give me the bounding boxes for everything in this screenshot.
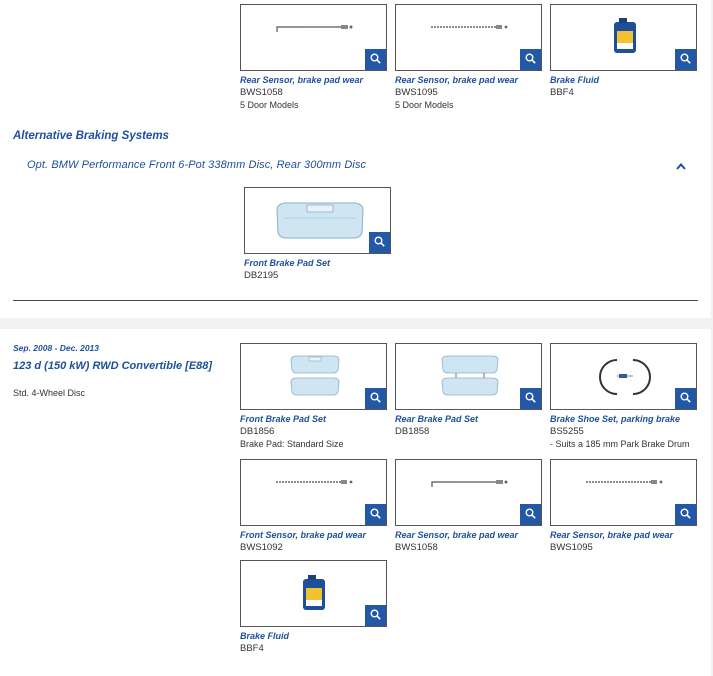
product-title[interactable]: Rear Brake Pad Set	[395, 414, 542, 425]
product-title[interactable]: Brake Fluid	[550, 75, 697, 86]
zoom-button[interactable]	[520, 388, 541, 409]
product-title[interactable]: Rear Sensor, brake pad wear	[240, 75, 387, 86]
magnifier-icon	[680, 390, 691, 408]
magnifier-icon	[525, 390, 536, 408]
zoom-button[interactable]	[365, 388, 386, 409]
magnifier-icon	[370, 390, 381, 408]
magnifier-icon	[680, 51, 691, 69]
product-title[interactable]: Front Brake Pad Set	[240, 414, 387, 425]
product-thumbnail[interactable]	[550, 343, 697, 410]
product-note: Brake Pad: Standard Size	[240, 439, 344, 449]
product-title[interactable]: Rear Sensor, brake pad wear	[550, 530, 697, 541]
product-thumbnail[interactable]	[244, 187, 391, 254]
product-card[interactable]: Rear Sensor, brake pad wear BWS1095	[550, 459, 697, 554]
zoom-button[interactable]	[675, 388, 696, 409]
product-card[interactable]: Rear Sensor, brake pad wear BWS1058	[395, 459, 542, 554]
option-title[interactable]: Opt. BMW Performance Front 6-Pot 338mm D…	[27, 159, 366, 171]
product-code: BWS1092	[240, 542, 283, 553]
product-note: 5 Door Models	[395, 100, 454, 110]
product-note: - Suits a 185 mm Park Brake Drum	[550, 439, 690, 449]
product-thumbnail[interactable]	[395, 459, 542, 526]
parts-panel-top: Rear Sensor, brake pad wear BWS1058 5 Do…	[0, 0, 711, 318]
product-title[interactable]: Rear Sensor, brake pad wear	[395, 75, 542, 86]
product-title[interactable]: Rear Sensor, brake pad wear	[395, 530, 542, 541]
chevron-up-icon[interactable]	[674, 159, 688, 171]
magnifier-icon	[680, 506, 691, 524]
product-thumbnail[interactable]	[240, 343, 387, 410]
zoom-button[interactable]	[675, 504, 696, 525]
product-code: DB2195	[244, 270, 279, 281]
product-code: BWS1095	[395, 87, 438, 98]
product-code: BWS1095	[550, 542, 593, 553]
magnifier-icon	[525, 51, 536, 69]
product-card[interactable]: Front Brake Pad Set DB1856 Brake Pad: St…	[240, 343, 387, 450]
product-card[interactable]: Rear Brake Pad Set DB1858	[395, 343, 542, 438]
product-title[interactable]: Brake Shoe Set, parking brake	[550, 414, 697, 425]
vehicle-panel: Sep. 2008 - Dec. 2013 123 d (150 kW) RWD…	[0, 329, 711, 676]
magnifier-icon	[525, 506, 536, 524]
product-thumbnail[interactable]	[240, 560, 387, 627]
section-divider	[13, 300, 698, 301]
product-card[interactable]: Front Brake Pad Set DB2195	[244, 187, 391, 282]
product-title[interactable]: Front Brake Pad Set	[244, 258, 391, 269]
product-thumbnail[interactable]	[550, 459, 697, 526]
product-title[interactable]: Brake Fluid	[240, 631, 387, 642]
vehicle-variant: Std. 4-Wheel Disc	[13, 388, 86, 398]
product-card[interactable]: Brake Fluid BBF4	[550, 4, 697, 99]
product-code: BS5255	[550, 426, 584, 437]
zoom-button[interactable]	[520, 49, 541, 70]
product-code: BWS1058	[395, 542, 438, 553]
magnifier-icon	[370, 607, 381, 625]
product-card[interactable]: Brake Fluid BBF4	[240, 560, 387, 655]
product-note: 5 Door Models	[240, 100, 299, 110]
zoom-button[interactable]	[365, 504, 386, 525]
product-thumbnail[interactable]	[550, 4, 697, 71]
section-heading: Alternative Braking Systems	[13, 130, 169, 142]
magnifier-icon	[370, 51, 381, 69]
zoom-button[interactable]	[369, 232, 390, 253]
product-code: DB1858	[395, 426, 430, 437]
product-thumbnail[interactable]	[395, 343, 542, 410]
zoom-button[interactable]	[520, 504, 541, 525]
magnifier-icon	[374, 234, 385, 252]
product-thumbnail[interactable]	[240, 459, 387, 526]
vehicle-model: 123 d (150 kW) RWD Convertible [E88]	[13, 360, 213, 372]
product-thumbnail[interactable]	[240, 4, 387, 71]
product-card[interactable]: Rear Sensor, brake pad wear BWS1058 5 Do…	[240, 4, 387, 111]
zoom-button[interactable]	[365, 49, 386, 70]
product-code: BBF4	[550, 87, 574, 98]
product-title[interactable]: Front Sensor, brake pad wear	[240, 530, 387, 541]
product-card[interactable]: Brake Shoe Set, parking brake BS5255 - S…	[550, 343, 697, 450]
product-code: BWS1058	[240, 87, 283, 98]
product-thumbnail[interactable]	[395, 4, 542, 71]
product-code: BBF4	[240, 643, 264, 654]
magnifier-icon	[370, 506, 381, 524]
date-range: Sep. 2008 - Dec. 2013	[13, 343, 100, 353]
product-card[interactable]: Rear Sensor, brake pad wear BWS1095 5 Do…	[395, 4, 542, 111]
product-code: DB1856	[240, 426, 275, 437]
zoom-button[interactable]	[365, 605, 386, 626]
product-card[interactable]: Front Sensor, brake pad wear BWS1092	[240, 459, 387, 554]
zoom-button[interactable]	[675, 49, 696, 70]
